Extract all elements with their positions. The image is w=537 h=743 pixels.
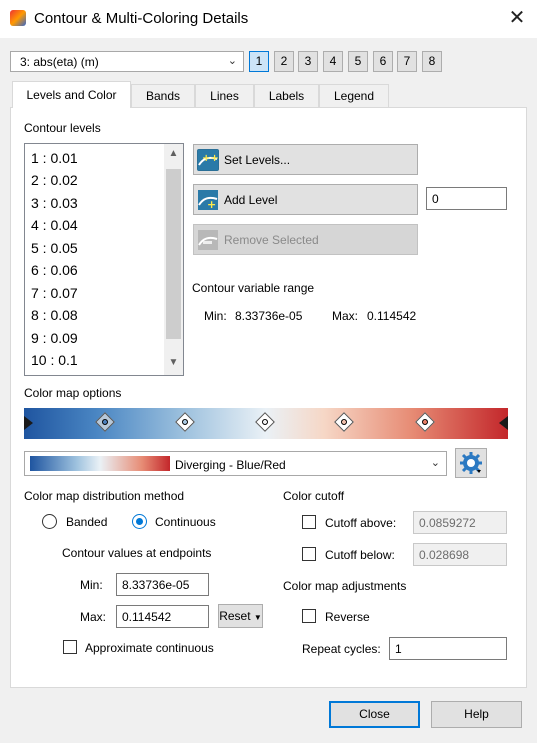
color-stop-marker[interactable] <box>95 412 115 432</box>
group-button-3[interactable]: 3 <box>298 51 318 72</box>
group-button-1[interactable]: 1 <box>249 51 269 72</box>
left-end-handle[interactable] <box>24 416 33 430</box>
dropdown-arrow-icon: ▼ <box>253 613 262 622</box>
remove-selected-button[interactable]: Remove Selected <box>193 224 418 255</box>
help-button[interactable]: Help <box>431 701 522 728</box>
list-item[interactable]: 3 : 0.03 <box>31 195 78 211</box>
reverse-checkbox[interactable] <box>302 609 316 623</box>
list-item[interactable]: 7 : 0.07 <box>31 285 78 301</box>
title-bar: Contour & Multi-Coloring Details ✕ <box>0 0 537 38</box>
app-icon <box>10 10 26 26</box>
levels-scrollbar[interactable]: ▲ ▼ <box>164 144 183 375</box>
set-levels-icon: ++ <box>197 149 219 171</box>
cutoff-below-label: Cutoff below: <box>325 548 395 562</box>
adjustments-heading: Color map adjustments <box>283 579 407 593</box>
chevron-down-icon: ⌄ <box>430 457 440 469</box>
add-level-input[interactable]: 0 <box>426 187 507 210</box>
group-button-7[interactable]: 7 <box>397 51 417 72</box>
color-stop-marker[interactable] <box>255 412 275 432</box>
list-item[interactable]: 10 : 0.1 <box>31 352 78 368</box>
tab-legend[interactable]: Legend <box>319 84 389 107</box>
add-level-icon: + <box>197 189 219 211</box>
color-map-select[interactable]: Diverging - Blue/Red ⌄ <box>24 451 447 476</box>
approximate-continuous-checkbox[interactable] <box>63 640 77 654</box>
endpoint-max-label: Max: <box>80 610 107 624</box>
color-map-options-heading: Color map options <box>24 386 122 400</box>
contour-group-value: 3: abs(eta) (m) <box>20 55 99 69</box>
approximate-continuous-label: Approximate continuous <box>85 641 214 655</box>
endpoint-min-label: Min: <box>80 578 103 592</box>
reset-button[interactable]: Reset ▼ <box>218 604 263 628</box>
list-item[interactable]: 1 : 0.01 <box>31 150 78 166</box>
color-map-preview <box>30 456 170 471</box>
banded-radio[interactable] <box>42 514 57 529</box>
group-button-2[interactable]: 2 <box>274 51 294 72</box>
cutoff-above-checkbox[interactable] <box>302 515 316 529</box>
svg-text:+: + <box>207 198 216 211</box>
close-button[interactable]: Close <box>329 701 420 728</box>
window-title: Contour & Multi-Coloring Details <box>34 10 249 27</box>
variable-range-heading: Contour variable range <box>192 281 315 295</box>
banded-label: Banded <box>66 515 108 529</box>
range-max-label: Max: <box>332 309 359 323</box>
set-levels-label: Set Levels... <box>224 153 291 167</box>
cutoff-above-label: Cutoff above: <box>325 516 397 530</box>
reset-label: Reset <box>219 609 251 623</box>
list-item[interactable]: 2 : 0.02 <box>31 172 78 188</box>
group-button-6[interactable]: 6 <box>373 51 393 72</box>
contour-group-select[interactable]: 3: abs(eta) (m) ⌄ <box>10 51 244 72</box>
reverse-label: Reverse <box>325 610 370 624</box>
list-item[interactable]: 8 : 0.08 <box>31 307 78 323</box>
right-end-handle[interactable] <box>499 416 508 430</box>
list-item[interactable]: 5 : 0.05 <box>31 240 78 256</box>
remove-selected-label: Remove Selected <box>224 233 319 247</box>
scroll-up-icon[interactable]: ▲ <box>164 148 183 159</box>
tab-bands[interactable]: Bands <box>131 84 195 107</box>
color-map-settings-button[interactable] <box>455 448 487 478</box>
endpoints-heading: Contour values at endpoints <box>62 546 212 560</box>
list-item[interactable]: 9 : 0.09 <box>31 330 78 346</box>
remove-level-icon <box>197 229 219 251</box>
repeat-cycles-label: Repeat cycles: <box>302 642 381 656</box>
color-map-gradient[interactable] <box>24 408 508 439</box>
contour-levels-list[interactable]: 1 : 0.01 2 : 0.02 3 : 0.03 4 : 0.04 5 : … <box>24 143 184 376</box>
tab-lines[interactable]: Lines <box>195 84 254 107</box>
add-level-button[interactable]: + Add Level <box>193 184 418 215</box>
color-cutoff-heading: Color cutoff <box>283 489 345 503</box>
group-button-5[interactable]: 5 <box>348 51 368 72</box>
tab-labels[interactable]: Labels <box>254 84 319 107</box>
group-button-4[interactable]: 4 <box>323 51 343 72</box>
set-levels-button[interactable]: ++ Set Levels... <box>193 144 418 175</box>
cutoff-below-checkbox[interactable] <box>302 547 316 561</box>
chevron-down-icon: ⌄ <box>227 55 237 67</box>
add-level-label: Add Level <box>224 193 278 207</box>
scroll-down-icon[interactable]: ▼ <box>164 357 183 368</box>
list-item[interactable]: 6 : 0.06 <box>31 262 78 278</box>
cutoff-above-input[interactable]: 0.0859272 <box>413 511 507 534</box>
group-button-8[interactable]: 8 <box>422 51 442 72</box>
repeat-cycles-input[interactable]: 1 <box>389 637 507 660</box>
continuous-radio[interactable] <box>132 514 147 529</box>
range-min-value: 8.33736e-05 <box>235 309 303 323</box>
range-max-value: 0.114542 <box>367 309 417 323</box>
color-stop-marker[interactable] <box>175 412 195 432</box>
color-map-name: Diverging - Blue/Red <box>175 458 286 472</box>
gear-icon <box>460 452 482 474</box>
list-item[interactable]: 4 : 0.04 <box>31 217 78 233</box>
contour-levels-heading: Contour levels <box>24 121 101 135</box>
cutoff-below-input[interactable]: 0.028698 <box>413 543 507 566</box>
svg-text:++: ++ <box>202 153 219 164</box>
distribution-heading: Color map distribution method <box>24 489 185 503</box>
scroll-thumb[interactable] <box>166 169 181 339</box>
color-stop-marker[interactable] <box>334 412 354 432</box>
close-icon[interactable]: ✕ <box>506 6 528 30</box>
endpoint-min-input[interactable]: 8.33736e-05 <box>116 573 209 596</box>
continuous-label: Continuous <box>155 515 216 529</box>
tab-levels-and-color[interactable]: Levels and Color <box>12 81 131 108</box>
endpoint-max-input[interactable]: 0.114542 <box>116 605 209 628</box>
range-min-label: Min: <box>204 309 227 323</box>
color-stop-marker[interactable] <box>415 412 435 432</box>
